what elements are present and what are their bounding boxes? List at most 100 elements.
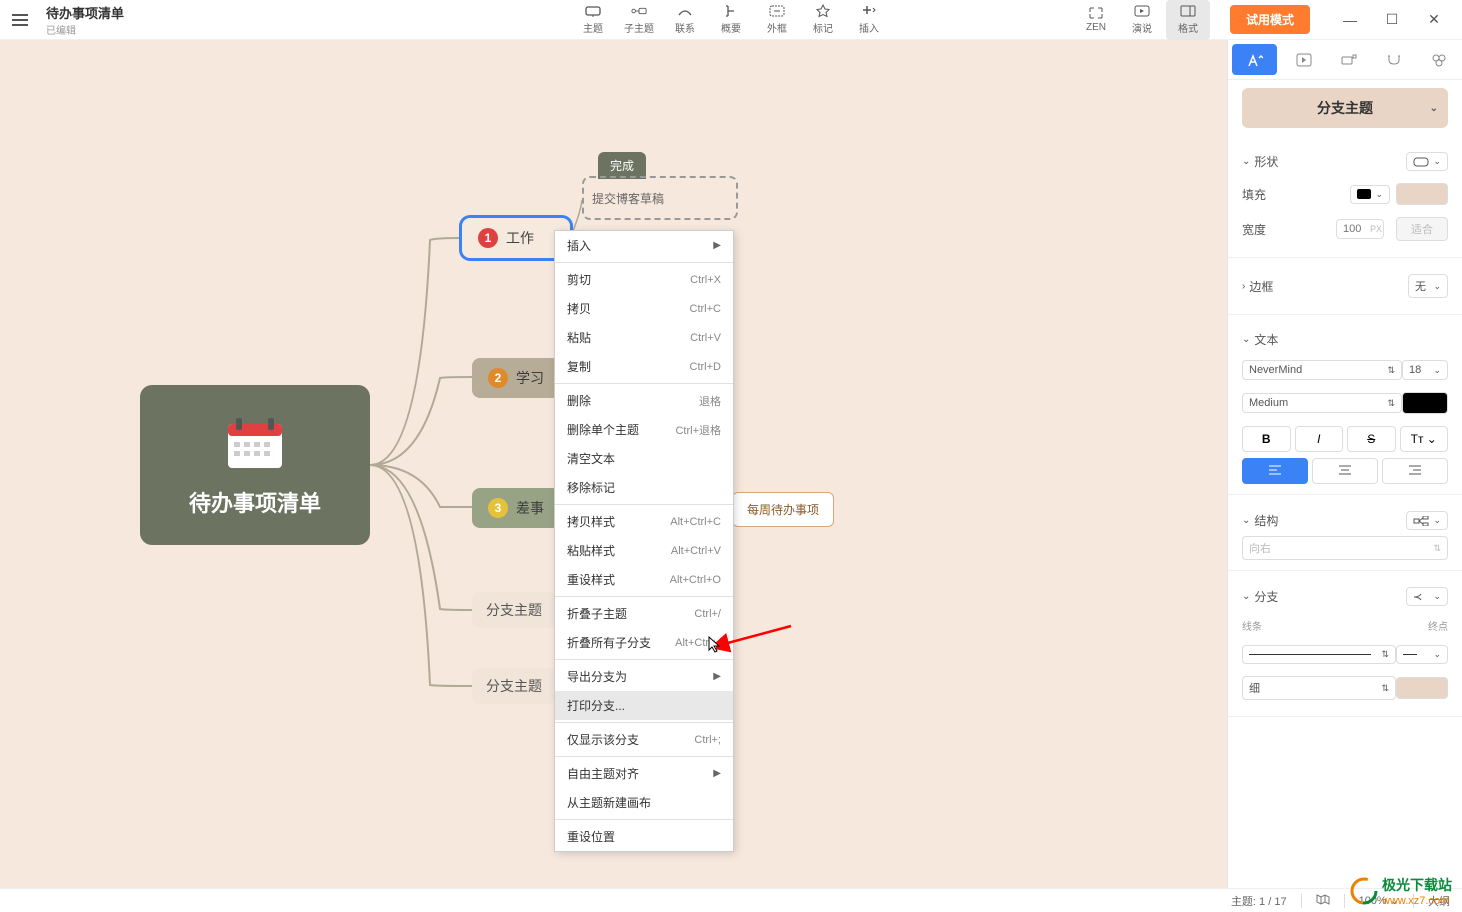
structure-type-dropdown[interactable]: ⌄ [1406,511,1448,530]
direction-dropdown[interactable]: 向右⇅ [1242,536,1448,560]
border-section: › 边框 无 ⌄ [1228,258,1462,315]
window-close-button[interactable]: ✕ [1414,0,1454,40]
menu-item[interactable]: 自由主题对齐▶ [555,759,733,788]
menu-item[interactable]: 拷贝样式Alt+Ctrl+C [555,507,733,536]
menu-item[interactable]: 重设位置 [555,822,733,851]
branch-section: ⌄ 分支 ⌄ 线条 终点 ⇅ ⌄ 细⇅ [1228,571,1462,717]
strike-button[interactable]: S [1347,426,1396,452]
align-center-button[interactable] [1312,458,1378,484]
toolbar-topic-button[interactable]: 主题 [571,0,615,40]
font-size-dropdown[interactable]: 18⌄ [1402,360,1448,380]
topic-icon [585,4,601,18]
more-tab[interactable] [1417,40,1462,79]
done-tag[interactable]: 完成 [598,152,646,179]
present-icon [1134,4,1150,18]
text-section: ⌄ 文本 NeverMind⇅ 18⌄ Medium⇅ B I S Tт ⌄ [1228,315,1462,495]
window-maximize-button[interactable]: ☐ [1372,0,1412,40]
section-title-structure[interactable]: ⌄ 结构 [1242,512,1278,529]
section-title-branch[interactable]: ⌄ 分支 [1242,588,1278,605]
subtopic-icon [631,4,647,18]
toolbar-relation-button[interactable]: 联系 [663,0,707,40]
section-title-border[interactable]: › 边框 [1242,278,1273,295]
toolbar-subtopic-button[interactable]: 子主题 [617,0,661,40]
toolbar-boundary-button[interactable]: 外框 [755,0,799,40]
pitch-tab[interactable] [1281,40,1326,79]
textcase-button[interactable]: Tт ⌄ [1400,426,1449,452]
branch-topic-node[interactable]: 分支主题 [472,592,556,628]
menu-shortcut: Ctrl+退格 [675,422,721,438]
font-weight-dropdown[interactable]: Medium⇅ [1242,393,1402,413]
shape-type-dropdown[interactable]: ⌄ [1406,152,1448,171]
menu-item-label: 重设位置 [567,828,615,845]
menu-shortcut: Alt+Ctrl+O [670,574,721,586]
menu-item[interactable]: 删除退格 [555,386,733,415]
top-bar: 待办事项清单 已编辑 主题 子主题 联系 概要 外框 标记 插 [0,0,1462,40]
mindmap-canvas[interactable]: 待办事项清单 完成 提交博客草稿 1 工作 2 学习 3 差事 分支主题 分支主… [0,40,1227,888]
section-title-shape[interactable]: ⌄ 形状 [1242,153,1278,170]
topic-type-dropdown[interactable]: 分支主题 ⌄ [1242,88,1448,128]
menu-item[interactable]: 折叠所有子分支Alt+Ctrl+/ [555,628,733,657]
menu-item[interactable]: 打印分支... [555,691,733,720]
menu-item[interactable]: 删除单个主题Ctrl+退格 [555,415,733,444]
zen-button[interactable]: ZEN [1074,0,1118,40]
menu-item[interactable]: 粘贴Ctrl+V [555,323,733,352]
format-button[interactable]: 格式 [1166,0,1210,40]
central-topic-node[interactable]: 待办事项清单 [140,385,370,545]
branch-color-swatch[interactable] [1396,677,1448,699]
bold-button[interactable]: B [1242,426,1291,452]
endpoint-dropdown[interactable]: ⌄ [1396,645,1448,664]
window-minimize-button[interactable]: — [1330,0,1370,40]
done-box[interactable]: 提交博客草稿 [582,176,738,220]
align-right-button[interactable] [1382,458,1448,484]
menu-item[interactable]: 清空文本 [555,444,733,473]
thickness-dropdown[interactable]: 细⇅ [1242,676,1396,700]
toolbar-center: 主题 子主题 联系 概要 外框 标记 插入 [571,0,891,40]
topic-node-errand[interactable]: 3 差事 [472,488,560,528]
menu-shortcut: Ctrl+C [690,303,721,315]
menu-item[interactable]: 插入▶ [555,231,733,260]
hamburger-menu-icon[interactable] [0,0,40,40]
menu-item[interactable]: 剪切Ctrl+X [555,265,733,294]
toolbar-summary-button[interactable]: 概要 [709,0,753,40]
trial-mode-button[interactable]: 试用模式 [1230,5,1310,34]
menu-item[interactable]: 从主题新建画布 [555,788,733,817]
topic-node-study[interactable]: 2 学习 [472,358,560,398]
menu-item[interactable]: 粘贴样式Alt+Ctrl+V [555,536,733,565]
italic-button[interactable]: I [1295,426,1344,452]
menu-item-label: 仅显示该分支 [567,731,639,748]
menu-item[interactable]: 拷贝Ctrl+C [555,294,733,323]
branch-style-dropdown[interactable]: ⌄ [1406,587,1448,606]
menu-item[interactable]: 仅显示该分支Ctrl+; [555,725,733,754]
menu-separator [555,504,733,505]
menu-item[interactable]: 重设样式Alt+Ctrl+O [555,565,733,594]
format-icon [1180,4,1196,18]
font-family-dropdown[interactable]: NeverMind⇅ [1242,360,1402,380]
topic-type-label: 分支主题 [1317,98,1373,118]
submenu-arrow-icon: ▶ [713,240,721,251]
border-dropdown[interactable]: 无 ⌄ [1408,274,1448,298]
toolbar-marker-button[interactable]: 标记 [801,0,845,40]
snap-tab[interactable] [1372,40,1417,79]
style-tab[interactable] [1232,44,1277,75]
menu-item[interactable]: 移除标记 [555,473,733,502]
text-color-swatch[interactable] [1402,392,1448,414]
branch-topic-node[interactable]: 分支主题 [472,668,556,704]
weekly-todo-node[interactable]: 每周待办事项 [732,492,834,527]
section-title-text[interactable]: ⌄ 文本 [1242,331,1278,348]
submenu-arrow-icon: ▶ [713,671,721,682]
fill-mode-dropdown[interactable]: ⌄ [1350,185,1390,204]
fill-color-swatch[interactable] [1396,183,1448,205]
menu-item-label: 剪切 [567,271,591,288]
menu-item[interactable]: 导出分支为▶ [555,662,733,691]
menu-item-label: 复制 [567,358,591,375]
structure-section: ⌄ 结构 ⌄ 向右⇅ [1228,495,1462,571]
menu-item[interactable]: 复制Ctrl+D [555,352,733,381]
present-button[interactable]: 演说 [1120,0,1164,40]
map-tab[interactable] [1326,40,1371,79]
line-style-dropdown[interactable]: ⇅ [1242,645,1396,664]
menu-item[interactable]: 折叠子主题Ctrl+/ [555,599,733,628]
align-left-button[interactable] [1242,458,1308,484]
fit-button[interactable]: 适合 [1396,217,1448,241]
toolbar-insert-button[interactable]: 插入 [847,0,891,40]
map-icon[interactable] [1316,893,1330,908]
